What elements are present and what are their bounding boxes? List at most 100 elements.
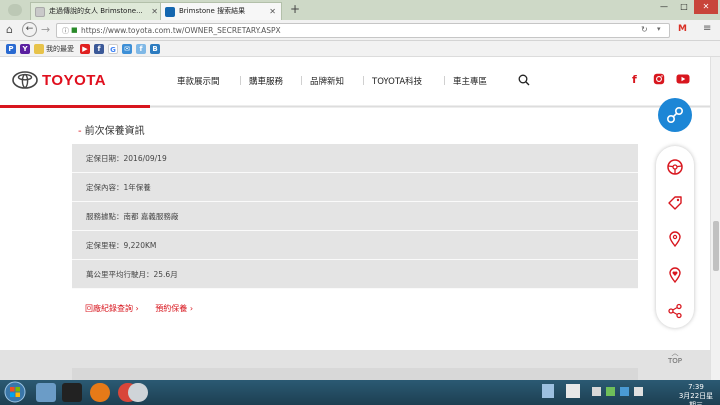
row-label: 定保內容：: [86, 183, 124, 192]
bookmark-folder-icon[interactable]: [34, 44, 44, 54]
row-label: 定保里程：: [86, 241, 124, 250]
tray-sync-icon[interactable]: [620, 387, 629, 396]
floating-link-button[interactable]: [658, 98, 692, 132]
side-quick-panel: [656, 146, 694, 328]
nav-purchase-service[interactable]: 購車服務: [249, 75, 283, 87]
youtube-icon[interactable]: [676, 73, 690, 85]
bookmark-yahoo-icon[interactable]: Y: [20, 44, 30, 54]
page-scrollbar[interactable]: [710, 57, 720, 380]
nav-separator: [444, 76, 445, 85]
notepad-icon[interactable]: [566, 384, 580, 398]
nav-separator: [363, 76, 364, 85]
search-icon[interactable]: [518, 74, 530, 86]
location-heart-icon[interactable]: [666, 266, 684, 284]
gmail-icon[interactable]: M: [678, 24, 687, 34]
back-to-top-button[interactable]: ︿ TOP: [663, 349, 687, 366]
page-favicon-icon: [35, 7, 45, 17]
row-value: 南都 嘉義服務廠: [123, 212, 179, 221]
bookmark-google-icon[interactable]: G: [108, 44, 118, 54]
record-links: 回廠紀錄查詢 › 預約保養 ›: [85, 303, 207, 314]
home-icon[interactable]: ⌂: [6, 23, 13, 36]
nav-owner-area[interactable]: 車主專區: [453, 75, 487, 87]
recycle-bin-icon[interactable]: [542, 384, 554, 398]
reload-icon[interactable]: ↻: [641, 25, 648, 34]
close-window-button[interactable]: ✕: [694, 0, 718, 14]
address-bar-row: ⌂ ← → ⓘ ■ https://www.toyota.com.tw/OWNE…: [0, 20, 720, 41]
nav-showroom[interactable]: 車款展示間: [177, 75, 220, 87]
bookmark-f-icon[interactable]: f: [136, 44, 146, 54]
tab-title: 走過傳說的女人 Brimstone...: [49, 7, 143, 15]
scrollbar-thumb[interactable]: [713, 221, 719, 271]
row-label: 定保日期：: [86, 154, 124, 163]
record-row-average: 萬公里平均行駛月：25.6月: [72, 260, 638, 289]
location-pin-icon[interactable]: [666, 230, 684, 248]
steering-wheel-icon[interactable]: [666, 158, 684, 176]
nav-toyota-tech[interactable]: TOYOTA科技: [372, 75, 422, 87]
tab-brimstone-article[interactable]: 走過傳說的女人 Brimstone... ✕: [30, 2, 164, 20]
main-content: - 前次保養資訊 定保日期：2016/09/19 定保內容：1年保養 服務據點：南…: [0, 108, 710, 350]
row-value: 9,220KM: [123, 241, 157, 250]
tray-volume-icon[interactable]: [634, 387, 643, 396]
nav-separator: [301, 76, 302, 85]
nav-separator: [240, 76, 241, 85]
info-icon[interactable]: ⓘ: [62, 26, 69, 36]
forward-icon[interactable]: →: [41, 23, 50, 36]
dropdown-icon[interactable]: ▾: [657, 25, 661, 33]
bookmark-youtube-icon[interactable]: ▶: [80, 44, 90, 54]
chevron-up-icon: ︿: [671, 349, 679, 357]
start-button-icon[interactable]: [3, 380, 27, 404]
clock-time: 7:39: [688, 383, 704, 391]
taskbar-clock[interactable]: 7:39 3月22日星期三: [676, 383, 716, 405]
tab-brimstone-search[interactable]: Brimstone 搜索結果 ✕: [160, 2, 282, 20]
tab-close-icon[interactable]: ✕: [151, 3, 158, 20]
title-bullet: -: [78, 126, 82, 137]
row-value: 25.6月: [153, 270, 178, 279]
link-icon: [667, 107, 683, 123]
brand-logo-text[interactable]: TOYOTA: [42, 72, 106, 89]
lower-section-card: [72, 368, 638, 380]
tab-title: Brimstone 搜索結果: [179, 7, 246, 15]
back-button[interactable]: ←: [22, 22, 37, 37]
record-row-mileage: 定保里程：9,220KM: [72, 231, 638, 260]
book-maintenance-link[interactable]: 預約保養 ›: [155, 304, 193, 313]
bookmark-p-icon[interactable]: P: [6, 44, 16, 54]
bookmark-extra-icon[interactable]: B: [150, 44, 160, 54]
pinned-app-icon[interactable]: [62, 383, 82, 402]
price-tag-icon[interactable]: [666, 194, 684, 212]
taskbar: 7:39 3月22日星期三: [0, 380, 720, 405]
service-history-link[interactable]: 回廠紀錄查詢 ›: [85, 304, 139, 313]
tab-strip: 走過傳說的女人 Brimstone... ✕ Brimstone 搜索結果 ✕ …: [0, 0, 720, 20]
disc-app-icon[interactable]: [128, 383, 148, 402]
maximize-button[interactable]: □: [674, 0, 694, 14]
facebook-icon[interactable]: f: [632, 73, 644, 86]
clock-date: 3月22日星期三: [678, 392, 714, 405]
toyota-emblem-icon[interactable]: [12, 71, 38, 89]
nav-brand-news[interactable]: 品牌新知: [310, 75, 344, 87]
instagram-icon[interactable]: [653, 73, 665, 85]
file-explorer-icon[interactable]: [36, 383, 56, 402]
firefox-icon[interactable]: [90, 383, 110, 402]
maintenance-record: 定保日期：2016/09/19 定保內容：1年保養 服務據點：南都 嘉義服務廠 …: [72, 144, 638, 289]
menu-icon[interactable]: ≡: [703, 23, 711, 34]
record-row-location: 服務據點：南都 嘉義服務廠: [72, 202, 638, 231]
bookmark-facebook-icon[interactable]: f: [94, 44, 104, 54]
browser-menu-icon[interactable]: [8, 4, 22, 16]
tab-close-icon[interactable]: ✕: [269, 3, 276, 20]
new-tab-button[interactable]: +: [290, 2, 300, 16]
url-input[interactable]: ⓘ ■ https://www.toyota.com.tw/OWNER_SECR…: [56, 23, 670, 38]
row-value: 1年保養: [123, 183, 151, 192]
record-row-date: 定保日期：2016/09/19: [72, 144, 638, 173]
section-title: - 前次保養資訊: [78, 126, 145, 137]
minimize-button[interactable]: —: [654, 0, 674, 14]
record-row-content: 定保內容：1年保養: [72, 173, 638, 202]
url-text: https://www.toyota.com.tw/OWNER_SECRETAR…: [81, 26, 281, 35]
bookmark-folder-label[interactable]: 我的最愛: [46, 44, 74, 54]
secure-lock-icon: ■: [71, 26, 78, 34]
site-header: TOYOTA 車款展示間 購車服務 品牌新知 TOYOTA科技 車主專區 f: [0, 57, 710, 105]
tray-network-icon[interactable]: [606, 387, 615, 396]
share-icon[interactable]: [666, 302, 684, 320]
header-divider: [150, 106, 710, 107]
bookmark-mail-icon[interactable]: ✉: [122, 44, 132, 54]
tray-flag-icon[interactable]: [592, 387, 601, 396]
row-label: 服務據點：: [86, 212, 124, 221]
